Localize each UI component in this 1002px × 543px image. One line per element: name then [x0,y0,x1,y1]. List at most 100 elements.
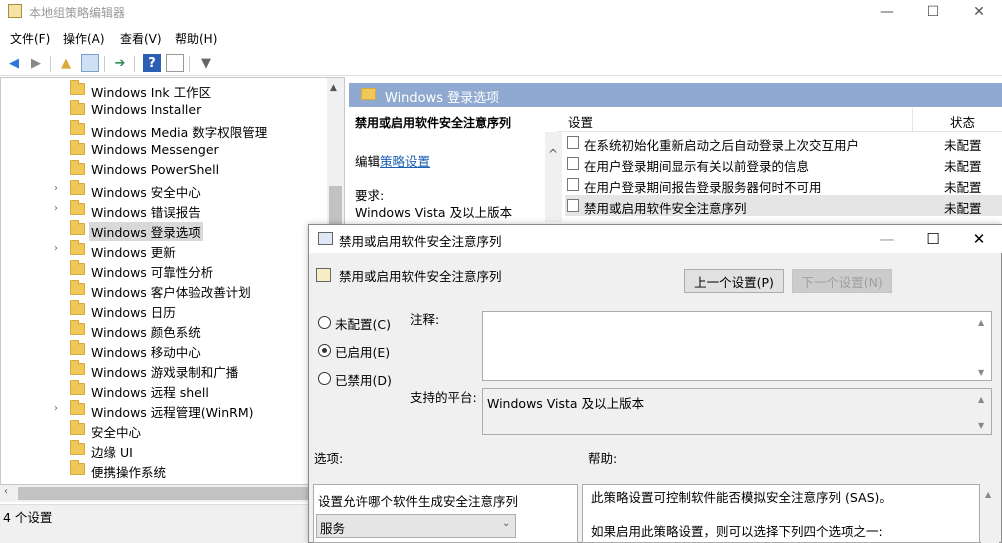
menu-file[interactable]: 文件(F) [10,30,50,47]
window-titlebar [0,0,1002,24]
setting-row[interactable]: 在用户登录期间报告登录服务器何时不可用 未配置 [565,174,1002,195]
tree-item[interactable]: › Windows 错误报告 [0,200,330,220]
toolbar-divider [134,56,135,72]
description-scrollbar[interactable] [545,132,562,222]
scroll-left-icon[interactable]: ‹ [4,486,8,497]
setting-name: 在用户登录期间报告登录服务器何时不可用 [584,180,822,195]
tree-item[interactable]: Windows 可靠性分析 [0,260,330,280]
export-list-icon[interactable]: ➔ [111,54,129,72]
expand-chevron-icon[interactable]: › [54,183,64,194]
expand-chevron-icon[interactable]: › [54,203,64,214]
expand-chevron-icon[interactable]: › [54,243,64,254]
tree-item[interactable]: Windows Messenger [0,140,330,160]
tree-item-label: Windows 安全中心 [91,185,201,200]
tree-item[interactable]: Windows Installer [0,100,330,120]
tree-item[interactable]: Windows 登录选项 [0,220,330,241]
radio-not-configured-label[interactable]: 未配置(C) [335,314,391,333]
edit-prefix: 编辑 [355,154,381,169]
folder-icon [70,300,85,315]
tree-item[interactable]: › Windows 安全中心 [0,180,330,200]
tree-hscroll-thumb[interactable] [18,487,308,500]
policy-setting-icon [567,199,579,212]
tree-item[interactable]: Windows 客户体验改善计划 [0,280,330,300]
tree-item-label: Windows 游戏录制和广播 [91,365,239,380]
sas-source-select[interactable] [316,514,516,538]
tree-item[interactable]: 安全中心 [0,420,330,440]
tree-item-label: Windows 登录选项 [89,222,203,241]
folder-icon [70,100,85,115]
menu-help[interactable]: 帮助(H) [175,30,217,47]
minimize-button[interactable]: — [864,0,910,24]
radio-enabled[interactable] [318,344,331,357]
app-icon [8,4,22,18]
folder-icon [70,140,85,155]
tree-item[interactable]: Windows 日历 [0,300,330,320]
next-setting-button[interactable]: 下一个设置(N) [792,269,892,293]
radio-disabled[interactable] [318,372,331,385]
dialog-minimize-button[interactable]: — [864,225,910,253]
tree-item[interactable]: › Windows 更新 [0,240,330,260]
policy-setting-icon [567,157,579,170]
radio-not-configured[interactable] [318,316,331,329]
tree-item[interactable]: Windows Ink 工作区 [0,80,330,100]
filter-icon[interactable]: ▼ [197,54,215,72]
tree-item[interactable]: Windows 远程 shell [0,380,330,400]
menu-action[interactable]: 操作(A) [63,30,105,47]
scroll-up-icon[interactable]: ▲ [978,395,984,404]
tree-item[interactable]: Windows 游戏录制和广播 [0,360,330,380]
up-folder-icon[interactable]: ▲ [57,54,75,72]
chevron-down-icon[interactable]: ⌄ [502,518,510,529]
column-state[interactable]: 状态 [950,112,975,131]
expand-chevron-icon[interactable]: › [54,403,64,414]
tree-item-label: 安全中心 [91,425,142,440]
tree-item[interactable]: 边缘 UI [0,440,330,460]
tree-item[interactable]: Windows 移动中心 [0,340,330,360]
folder-icon [70,220,85,235]
column-setting[interactable]: 设置 [568,112,593,131]
dialog-maximize-button[interactable]: ☐ [910,225,956,253]
folder-icon [70,360,85,375]
setting-row[interactable]: 禁用或启用软件安全注意序列 未配置 [565,195,1002,216]
tree-item-label: Windows PowerShell [91,162,220,177]
folder-icon [70,240,85,255]
dialog-close-button[interactable]: ✕ [956,225,1002,253]
policy-setting-icon [318,232,333,245]
window-title: 本地组策略编辑器 [29,6,126,20]
menu-view[interactable]: 查看(V) [120,30,162,47]
show-tree-icon[interactable] [81,54,99,72]
setting-name: 禁用或启用软件安全注意序列 [584,201,747,216]
help-label: 帮助: [588,451,618,466]
back-arrow-icon[interactable]: ◀ [5,54,23,72]
forward-arrow-icon[interactable]: ▶ [27,54,45,72]
sas-source-value[interactable]: 服务 [320,518,345,537]
scroll-down-icon[interactable]: ▼ [978,368,984,377]
scroll-up-icon[interactable]: ▲ [978,318,984,327]
scroll-down-icon[interactable]: ▼ [978,421,984,430]
tree-item-label: Windows 客户体验改善计划 [91,285,251,300]
scroll-up-icon[interactable]: ^ [548,147,558,161]
folder-icon [70,120,85,135]
comment-field[interactable] [482,311,992,381]
requirements-value: Windows Vista 及以上版本 [355,205,513,220]
tree-item-label: 便携操作系统 [91,465,167,480]
tree-item[interactable]: › Windows 远程管理(WinRM) [0,400,330,420]
platform-value: Windows Vista 及以上版本 [487,396,645,411]
close-button[interactable]: ✕ [956,0,1002,24]
tree-item[interactable]: 便携操作系统 [0,460,330,480]
tree-item[interactable]: Windows Media 数字权限管理 [0,120,330,140]
help-icon[interactable]: ? [143,54,161,72]
scroll-up-icon[interactable]: ▲ [330,83,337,93]
setting-row[interactable]: 在系统初始化重新启动之后自动登录上次交互用户 未配置 [565,132,1002,153]
radio-enabled-label[interactable]: 已启用(E) [335,342,390,361]
maximize-button[interactable]: ☐ [910,0,956,24]
properties-icon[interactable] [166,54,184,72]
edit-policy-link[interactable]: 策略设置 [380,154,430,169]
radio-disabled-label[interactable]: 已禁用(D) [335,370,392,389]
column-divider[interactable] [912,108,913,132]
tree-item[interactable]: Windows 颜色系统 [0,320,330,340]
setting-row[interactable]: 在用户登录期间显示有关以前登录的信息 未配置 [565,153,1002,174]
tree-item[interactable]: Windows PowerShell [0,160,330,180]
scroll-up-icon[interactable]: ▲ [985,490,991,499]
previous-setting-button[interactable]: 上一个设置(P) [684,269,784,293]
setting-state: 未配置 [944,180,982,195]
